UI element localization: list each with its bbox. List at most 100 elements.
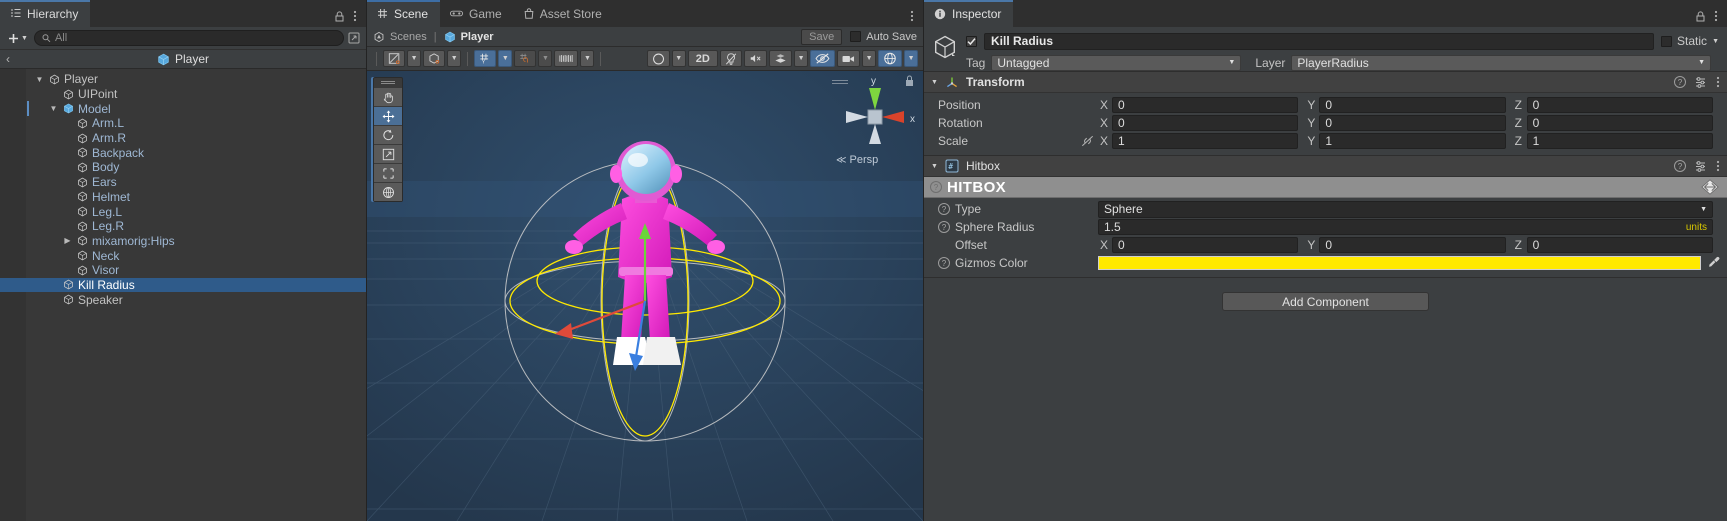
tool-palette-grip[interactable] (374, 78, 402, 87)
hierarchy-item-arm-l[interactable]: Arm.L (0, 116, 366, 131)
preset-icon[interactable] (1695, 160, 1707, 172)
hierarchy-item-player[interactable]: ▼ Player (0, 72, 366, 87)
scene-camera-dropdown[interactable]: ▼ (862, 50, 877, 67)
transform-scale-y-input[interactable]: 1 (1319, 133, 1506, 149)
tab-scene[interactable]: Scene (367, 0, 441, 27)
help-icon[interactable]: ? (1674, 76, 1686, 88)
rect-tool-button[interactable] (374, 163, 402, 182)
kebab-menu-icon[interactable] (1716, 160, 1720, 172)
grid-snap-dropdown[interactable]: ▼ (498, 50, 513, 67)
snap-increment-dropdown[interactable]: ▼ (538, 50, 553, 67)
auto-save-checkbox[interactable] (850, 31, 862, 42)
audio-toggle-button[interactable] (743, 50, 767, 67)
hitbox-radius-input[interactable]: 1.5 units (1098, 219, 1713, 235)
kebab-menu-icon[interactable] (353, 10, 357, 22)
hitbox-offset-z-input[interactable]: 0 (1526, 237, 1713, 253)
hierarchy-item-kill-radius[interactable]: Kill Radius (0, 277, 366, 293)
draw-mode-button[interactable] (646, 50, 670, 67)
object-name-field[interactable]: Kill Radius (984, 32, 1655, 50)
tag-dropdown[interactable]: Untagged ▼ (991, 54, 1242, 71)
hierarchy-item-leg-r[interactable]: Leg.R (0, 219, 366, 234)
twirl-down-icon[interactable]: ▼ (34, 75, 45, 84)
layer-dropdown[interactable]: PlayerRadius ▼ (1291, 54, 1711, 71)
transform-rotation-z-input[interactable]: 0 (1526, 115, 1713, 131)
help-icon[interactable]: ? (1674, 160, 1686, 172)
breadcrumb-back-button[interactable]: ‹ (6, 52, 10, 66)
grid-visibility-button[interactable] (554, 50, 579, 67)
chevron-down-icon[interactable]: ▼ (931, 79, 938, 86)
hierarchy-item-speaker[interactable]: Speaker (0, 292, 366, 307)
transform-rotation-x-input[interactable]: 0 (1112, 115, 1299, 131)
save-button[interactable]: Save (801, 28, 843, 45)
hierarchy-item-model[interactable]: ▼ Model (0, 101, 366, 117)
snap-increment-button[interactable] (514, 50, 537, 67)
lock-icon[interactable] (335, 10, 344, 22)
hitbox-offset-x-input[interactable]: 0 (1112, 237, 1299, 253)
transform-scale-x-input[interactable]: 1 (1112, 133, 1299, 149)
hierarchy-tree[interactable]: ▼ Player UIPoint ▼ Model Arm.L Arm.R Backpack Bo… (0, 69, 366, 521)
hand-tool-button[interactable] (374, 87, 402, 106)
gizmos-dropdown[interactable]: ▼ (904, 50, 919, 67)
object-enabled-checkbox[interactable] (966, 35, 977, 47)
hierarchy-item-backpack[interactable]: Backpack (0, 145, 366, 160)
transform-rotation-y-input[interactable]: 0 (1319, 115, 1506, 131)
static-toggle[interactable]: Static ▼ (1661, 34, 1719, 48)
tab-inspector[interactable]: Inspector (924, 0, 1014, 27)
help-icon[interactable]: ? (938, 257, 950, 269)
eyedropper-icon[interactable] (1708, 256, 1720, 271)
scene-camera-button[interactable] (836, 50, 861, 67)
hitbox-gizmos-color-swatch[interactable] (1098, 256, 1701, 270)
transform-position-x-input[interactable]: 0 (1112, 97, 1299, 113)
search-input[interactable]: All (33, 30, 344, 46)
breadcrumb-current[interactable]: Player (157, 52, 209, 66)
help-icon[interactable]: ? (938, 221, 950, 233)
tab-hierarchy[interactable]: Hierarchy (0, 0, 91, 27)
preset-icon[interactable] (1695, 76, 1707, 88)
effects-dropdown[interactable]: ▼ (794, 50, 809, 67)
tab-game[interactable]: Game (440, 0, 514, 27)
hierarchy-item-visor[interactable]: Visor (0, 263, 366, 278)
hitbox-type-dropdown[interactable]: Sphere ▼ (1098, 200, 1713, 218)
kebab-menu-icon[interactable] (1714, 10, 1718, 22)
hierarchy-item-arm-r[interactable]: Arm.R (0, 131, 366, 146)
scene-viewport[interactable] (367, 71, 923, 521)
help-icon[interactable]: ? (930, 181, 942, 193)
twirl-right-icon[interactable]: ▶ (62, 236, 73, 245)
transform-position-y-input[interactable]: 0 (1319, 97, 1506, 113)
kebab-menu-icon[interactable] (1716, 76, 1720, 88)
search-filter-icon[interactable] (348, 32, 360, 44)
pivot-rotation-button[interactable] (423, 50, 446, 67)
lighting-toggle-button[interactable] (719, 50, 742, 67)
hierarchy-item-body[interactable]: Body (0, 160, 366, 175)
tab-asset-store[interactable]: Asset Store (514, 0, 614, 27)
twirl-down-icon[interactable]: ▼ (48, 104, 59, 113)
pivot-rotation-dropdown[interactable]: ▼ (447, 50, 462, 67)
pivot-mode-button[interactable] (382, 50, 406, 67)
toggle-2d-button[interactable]: 2D (687, 50, 718, 67)
auto-save-toggle[interactable]: Auto Save (850, 31, 917, 43)
transform-scale-z-input[interactable]: 1 (1526, 133, 1713, 149)
hierarchy-item-uipoint[interactable]: UIPoint (0, 87, 366, 102)
transform-position-z-input[interactable]: 0 (1526, 97, 1713, 113)
pivot-mode-dropdown[interactable]: ▼ (407, 50, 422, 67)
hierarchy-item-helmet[interactable]: Helmet (0, 190, 366, 205)
scale-tool-button[interactable] (374, 144, 402, 163)
chevron-down-icon[interactable]: ▼ (931, 163, 938, 170)
grid-visibility-dropdown[interactable]: ▼ (580, 50, 595, 67)
static-checkbox[interactable] (1661, 35, 1673, 47)
hierarchy-item-neck[interactable]: Neck (0, 248, 366, 263)
help-icon[interactable]: ? (938, 203, 950, 215)
hidden-objects-button[interactable] (810, 50, 835, 67)
component-header-transform[interactable]: ▼ Transform ? (924, 71, 1727, 93)
lock-icon[interactable] (1696, 10, 1705, 22)
scale-link-icon[interactable] (1081, 135, 1094, 147)
scenes-label[interactable]: Scenes (390, 31, 427, 43)
add-component-button[interactable]: Add Component (1222, 292, 1429, 311)
chevron-down-icon[interactable]: ▼ (1712, 38, 1719, 45)
hierarchy-item-leg-l[interactable]: Leg.L (0, 204, 366, 219)
transform-tool-button[interactable] (374, 182, 402, 201)
draw-mode-dropdown[interactable]: ▼ (671, 50, 686, 67)
gizmos-toggle-button[interactable] (878, 50, 903, 67)
kebab-menu-icon[interactable] (910, 10, 914, 22)
grid-snap-button[interactable]: Y (474, 50, 497, 67)
